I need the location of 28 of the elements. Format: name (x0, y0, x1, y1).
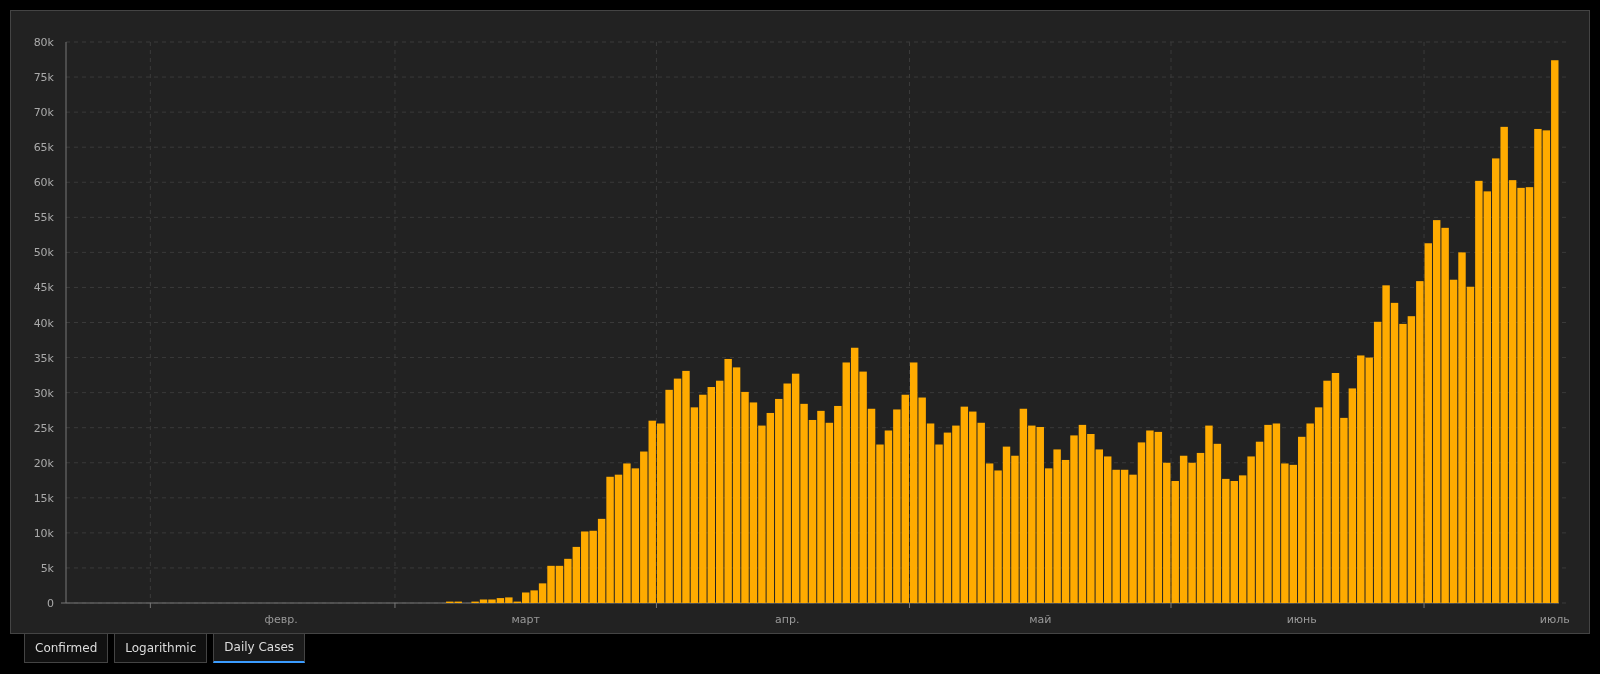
bar (572, 546, 581, 603)
x-tick-label: май (1029, 613, 1052, 626)
y-tick-label: 75k (33, 71, 54, 85)
y-tick-label: 50k (33, 246, 54, 260)
y-tick-label: 25k (33, 421, 54, 435)
y-tick-label: 80k (33, 36, 54, 49)
tab[interactable]: Logarithmic (114, 634, 208, 663)
y-tick-label: 70k (33, 106, 54, 120)
y-tick-label: 35k (33, 351, 54, 365)
y-tick-label: 30k (33, 386, 54, 400)
x-tick-label: февр. (264, 613, 298, 626)
x-tick-label: июль (1539, 613, 1570, 626)
y-tick-label: 20k (33, 456, 54, 470)
y-tick-label: 40k (33, 316, 54, 330)
x-tick-label: март (511, 613, 540, 626)
y-tick-label: 5k (40, 561, 54, 575)
bar (555, 565, 564, 603)
y-tick-label: 15k (33, 491, 54, 505)
y-tick-label: 65k (33, 141, 54, 155)
y-tick-label: 60k (33, 176, 54, 190)
y-tick-label: 10k (33, 526, 54, 540)
y-tick-label: 55k (33, 211, 54, 225)
x-tick-label: июнь (1286, 613, 1317, 626)
y-tick-label: 0 (47, 597, 54, 610)
tab[interactable]: Confirmed (24, 634, 109, 663)
tab[interactable]: Daily Cases (213, 634, 306, 663)
x-tick-label: апр. (775, 613, 800, 626)
y-tick-label: 45k (33, 281, 54, 295)
